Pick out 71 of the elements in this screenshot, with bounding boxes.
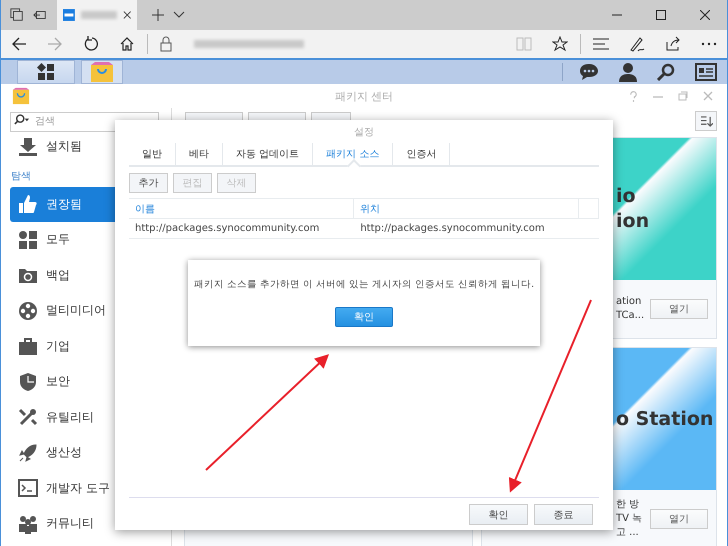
shield-icon [18, 372, 38, 392]
app-title: io ion [616, 184, 650, 234]
grid-icon [37, 63, 55, 81]
action-button[interactable]: 추가 [129, 173, 168, 193]
sidebar-item[interactable]: 생산성 [10, 435, 171, 470]
tab[interactable]: 인증서 [393, 143, 450, 165]
user-icon[interactable] [619, 62, 637, 82]
sidebar-item[interactable]: 기업 [10, 328, 171, 364]
rocket-icon [18, 442, 38, 463]
sidebar-item[interactable]: 보안 [10, 364, 171, 400]
film-reel-icon [18, 300, 38, 321]
pen-icon[interactable] [629, 36, 645, 52]
sidebar-item[interactable]: 커뮤니티 [10, 506, 171, 542]
column-header[interactable]: 이름 [129, 199, 354, 218]
chevron-down-icon[interactable] [173, 11, 185, 19]
open-button[interactable]: 열기 [650, 299, 708, 319]
maximize-icon[interactable] [656, 10, 666, 20]
app-title: o Station [616, 406, 714, 432]
download-icon [18, 138, 38, 156]
footer-button[interactable]: 확인 [469, 504, 528, 525]
tab[interactable]: 일반 [129, 143, 176, 165]
hub-icon[interactable] [593, 38, 609, 50]
widget-icon[interactable] [695, 63, 717, 81]
package-center-button[interactable] [81, 60, 123, 84]
alert-message: 패키지 소스를 추가하면 이 서버에 있는 게시자의 인증서도 신뢰하게 됩니다. [194, 278, 534, 291]
lock-icon [160, 36, 172, 52]
table-cell-text: http://packages.synocommunity.com [359, 223, 546, 234]
tab[interactable]: 자동 업데이트 [223, 143, 314, 165]
main-menu-button[interactable] [17, 60, 75, 84]
sidebar-item[interactable]: 개발자 도구 [10, 470, 171, 506]
sort-icon [700, 116, 712, 126]
section-label: 탐색 [11, 170, 31, 184]
new-tab-icon[interactable] [152, 9, 164, 21]
grid-icon [18, 230, 38, 250]
thumbs-up-icon [18, 194, 38, 214]
open-button[interactable]: 열기 [650, 509, 708, 529]
set-aside-tabs-icon[interactable] [33, 8, 47, 22]
sort-button[interactable] [695, 111, 717, 131]
close-icon[interactable] [700, 10, 710, 20]
dsm-favicon-icon [63, 8, 75, 22]
footer-button[interactable]: 종료 [534, 504, 593, 525]
package-center-logo-icon [12, 87, 30, 105]
tabs-icon[interactable] [10, 8, 24, 22]
star-icon[interactable] [552, 36, 568, 52]
back-icon[interactable] [11, 36, 27, 52]
sidebar-item[interactable]: 유틸리티 [10, 400, 171, 435]
terminal-icon [18, 478, 38, 498]
sidebar-item[interactable]: 백업 [10, 258, 171, 293]
window-title: 패키지 센터 [334, 88, 394, 104]
blurred-tab-title [80, 11, 117, 19]
tab[interactable]: 패키지 소스 [313, 143, 394, 165]
app-description: 한 방 TV 녹 고 ... [616, 498, 644, 540]
app-description: ation TCa... [616, 295, 646, 323]
shopping-bag-icon [90, 61, 114, 83]
tab[interactable]: 베타 [176, 143, 223, 165]
table-cell-text: http://packages.synocommunity.com [134, 223, 320, 234]
more-icon[interactable] [701, 42, 717, 46]
refresh-icon[interactable] [83, 36, 99, 52]
home-icon[interactable] [119, 36, 135, 52]
search-icon [14, 114, 30, 125]
dialog-title: 설정 [354, 126, 374, 140]
tools-icon [18, 407, 38, 428]
share-icon[interactable] [665, 36, 681, 52]
browser-tab[interactable] [57, 0, 137, 30]
search-icon[interactable] [657, 63, 675, 81]
column-header[interactable]: 위치 [354, 199, 579, 218]
people-icon [18, 514, 38, 534]
chat-icon[interactable] [579, 63, 599, 81]
sidebar-item[interactable]: 멀티미디어 [10, 293, 171, 328]
briefcase-icon [18, 336, 38, 356]
close-icon[interactable] [122, 10, 131, 20]
